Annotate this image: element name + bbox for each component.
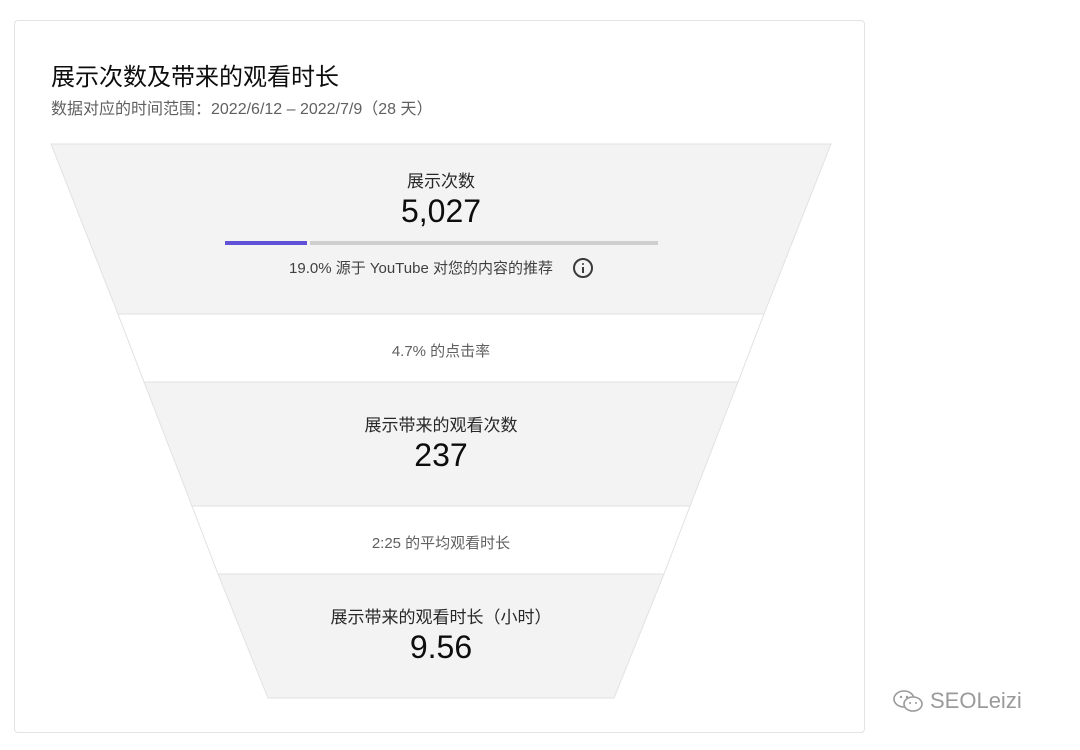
avg-watch-text: 2:25 的平均观看时长 xyxy=(371,535,511,552)
recommendation-row: 19.0% 源于 YouTube 对您的内容的推荐 xyxy=(289,257,593,278)
watch-time-value: 9.56 xyxy=(409,629,473,665)
watermark-text: SEOLeizi xyxy=(930,688,1022,713)
recommendation-progress-fill xyxy=(225,241,307,245)
views-label: 展示带来的观看次数 xyxy=(364,416,518,435)
impressions-card: 展示次数及带来的观看时长 数据对应的时间范围：2022/6/12 – 2022/… xyxy=(14,20,865,733)
info-circle-icon[interactable] xyxy=(572,257,593,278)
watermark: SEOLeizi xyxy=(892,688,1022,714)
ctr-text: 4.7% 的点击率 xyxy=(391,343,491,360)
views-value: 237 xyxy=(414,437,468,473)
impressions-value: 5,027 xyxy=(400,193,482,229)
progress-divider xyxy=(307,241,310,245)
recommendation-text: 19.0% 源于 YouTube 对您的内容的推荐 xyxy=(289,260,553,277)
wechat-icon xyxy=(893,690,923,712)
impressions-label: 展示次数 xyxy=(407,172,475,191)
watch-time-label: 展示带来的观看时长（小时） xyxy=(330,608,552,627)
recommendation-progress-bar xyxy=(225,241,658,245)
